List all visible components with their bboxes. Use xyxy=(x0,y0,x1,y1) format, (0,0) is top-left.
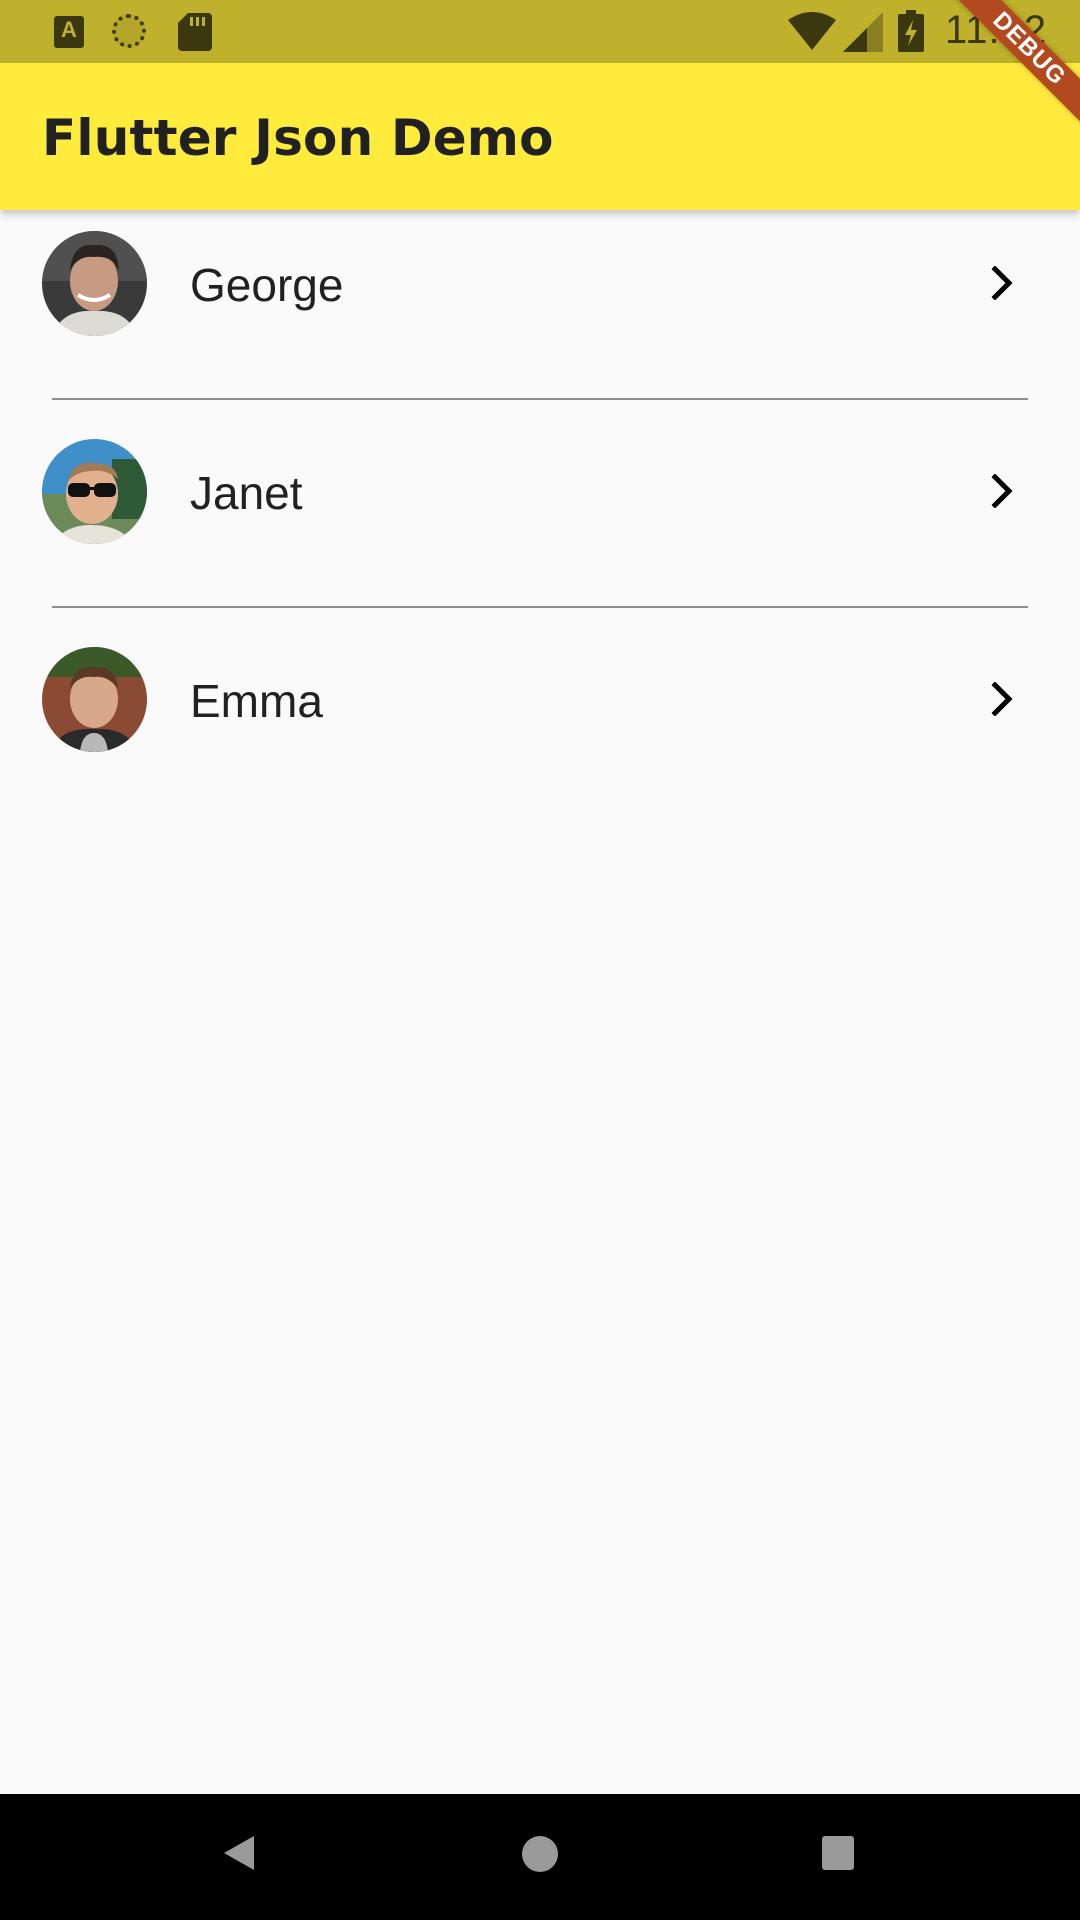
divider xyxy=(52,398,1028,400)
list-item[interactable]: Emma xyxy=(0,626,1080,794)
battery-charging-icon xyxy=(898,10,924,57)
avatar xyxy=(42,231,147,336)
sd-card-icon xyxy=(178,13,212,56)
people-list: George Janet Emma xyxy=(0,210,1080,794)
list-item[interactable]: George xyxy=(0,210,1080,378)
signal-icon xyxy=(843,12,883,57)
sync-icon xyxy=(112,14,146,48)
list-item-label: Emma xyxy=(190,675,323,727)
navigation-bar xyxy=(0,1794,1080,1920)
back-icon[interactable] xyxy=(222,1834,256,1877)
home-icon[interactable] xyxy=(522,1836,558,1872)
list-item-label: Janet xyxy=(190,467,303,519)
a-notification-icon: A xyxy=(54,16,84,48)
status-bar: A 11: xyxy=(0,0,1080,63)
list-item-label: George xyxy=(190,259,344,311)
chevron-right-icon xyxy=(990,473,1016,513)
chevron-right-icon xyxy=(990,681,1016,721)
wifi-icon xyxy=(788,12,836,55)
app-bar: Flutter Json Demo xyxy=(0,63,1080,210)
page-title: Flutter Json Demo xyxy=(42,109,554,167)
avatar xyxy=(42,647,147,752)
recents-icon[interactable] xyxy=(822,1836,854,1870)
divider xyxy=(52,606,1028,608)
chevron-right-icon xyxy=(990,265,1016,305)
list-item[interactable]: Janet xyxy=(0,418,1080,586)
avatar xyxy=(42,439,147,544)
app-screen: A 11: xyxy=(0,0,1080,1920)
